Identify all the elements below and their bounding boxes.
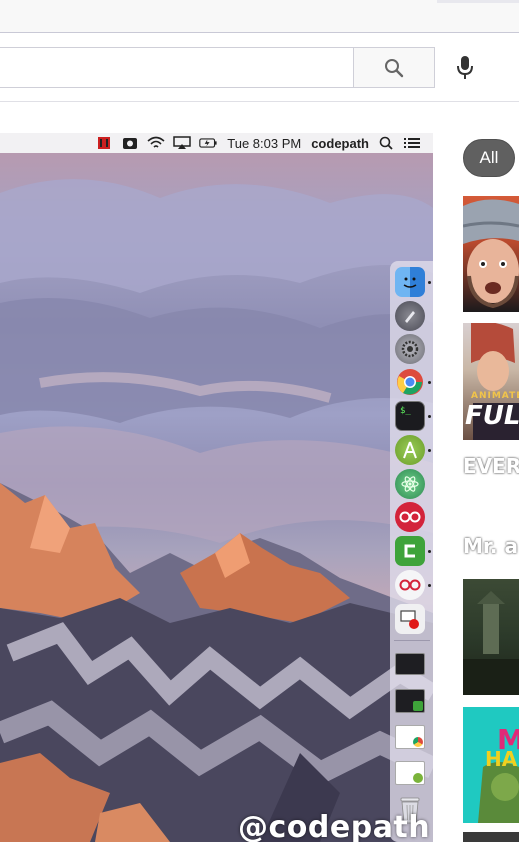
filter-chip-all[interactable]: All <box>463 139 515 177</box>
camtasia-icon[interactable] <box>395 536 425 566</box>
chrome-window-thumb[interactable] <box>395 725 425 749</box>
running-indicator <box>428 381 431 384</box>
chrome-icon[interactable] <box>395 367 425 397</box>
running-indicator <box>428 415 431 418</box>
toolbar-edge <box>437 0 519 3</box>
video-thumbnail[interactable]: M HA <box>463 707 519 823</box>
terminal-window-thumb[interactable] <box>395 653 425 675</box>
thumbnail-text-ha: HA <box>485 747 518 771</box>
launchpad-icon[interactable] <box>395 301 425 331</box>
microphone-icon <box>457 55 473 79</box>
running-indicator <box>428 584 431 587</box>
screenshot-icon <box>121 136 139 150</box>
screen-recorder-icon[interactable] <box>395 604 425 634</box>
terminal-icon[interactable]: $_ <box>395 401 425 431</box>
codepath-watermark: @codepath <box>238 810 431 842</box>
running-indicator <box>428 449 431 452</box>
notification-center-icon <box>403 136 421 150</box>
video-thumbnail[interactable] <box>463 579 519 695</box>
thumbnail-person <box>463 199 519 309</box>
search-button[interactable] <box>353 47 435 88</box>
battery-icon <box>199 136 217 150</box>
flickr-icon[interactable] <box>395 570 425 600</box>
system-preferences-icon[interactable] <box>395 334 425 364</box>
dock-separator <box>394 640 430 641</box>
thumbnail-caption-mr: Mr. a <box>463 534 518 558</box>
flickr-icon[interactable] <box>395 502 425 532</box>
menubar-clock: Tue 8:03 PM <box>227 135 302 151</box>
screen: Tue 8:03 PM codepath $_ @codepath All AN… <box>0 0 519 842</box>
thumbnail-landscape <box>463 591 519 695</box>
voice-search-button[interactable] <box>446 47 484 88</box>
thumbnail-text-full: FULL <box>465 401 519 431</box>
header-divider <box>0 101 519 102</box>
thumbnail-text-animated: ANIMATED <box>471 391 519 401</box>
video-thumbnail[interactable] <box>463 832 519 842</box>
recording-icon <box>95 136 113 150</box>
airplay-icon <box>173 136 191 150</box>
android-studio-icon[interactable] <box>395 435 425 465</box>
finder-icon[interactable] <box>395 267 425 297</box>
running-indicator <box>428 281 431 284</box>
atom-icon[interactable] <box>395 469 425 499</box>
terminal-window-thumb[interactable] <box>395 689 425 713</box>
search-input[interactable] <box>0 47 353 88</box>
wifi-icon <box>147 136 165 150</box>
android-window-thumb[interactable] <box>395 761 425 785</box>
video-player[interactable]: Tue 8:03 PM codepath <box>0 133 433 842</box>
desktop-wallpaper <box>0 153 433 842</box>
browser-toolbar <box>0 0 519 33</box>
video-thumbnail[interactable]: ANIMATED FULL <box>463 323 519 440</box>
mac-menubar: Tue 8:03 PM codepath <box>0 133 433 153</box>
video-thumbnail[interactable] <box>463 196 519 312</box>
menubar-user: codepath <box>311 135 369 151</box>
mountain-landscape <box>0 179 433 842</box>
mac-dock: $_ <box>390 261 433 842</box>
spotlight-icon <box>377 136 395 150</box>
running-indicator <box>428 550 431 553</box>
search-icon <box>385 58 404 77</box>
thumbnail-caption-everyt: EVERYT <box>463 454 519 478</box>
